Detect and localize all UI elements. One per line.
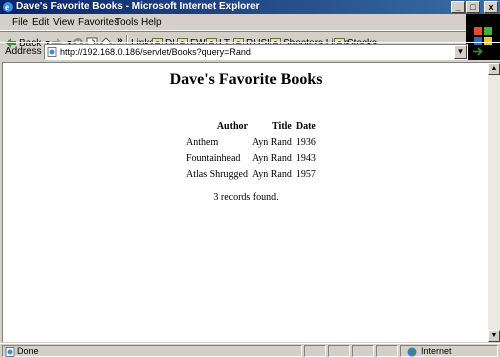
table-header-row: Author Title Date (185, 118, 317, 134)
security-zone-label: Internet (421, 346, 452, 356)
scroll-up-icon[interactable]: ▲ (488, 63, 500, 75)
svg-text:e: e (5, 2, 9, 12)
column-header-date: Date (295, 120, 316, 132)
page-title: Dave's Favorite Books (169, 71, 323, 88)
go-button[interactable]: Go (472, 46, 498, 57)
status-panel (304, 345, 326, 357)
table-row: Fountainhead Ayn Rand 1943 (185, 150, 317, 166)
address-url: http://192.168.0.186/servlet/Books?query… (60, 47, 251, 57)
status-text: Done (17, 346, 39, 356)
table-row: Atlas Shrugged Ayn Rand 1957 (185, 166, 317, 182)
title-bar: e Dave's Favorite Books - Microsoft Inte… (0, 0, 500, 14)
menu-edit[interactable]: Edit (32, 16, 49, 29)
column-header-title: Title (272, 120, 292, 132)
table-cell: 1957 (295, 168, 316, 180)
status-text-cell: Done (2, 345, 302, 357)
status-panel (328, 345, 350, 357)
menu-file[interactable]: File (12, 16, 28, 29)
globe-icon (407, 347, 417, 357)
table-cell: Ayn Rand (251, 168, 292, 180)
table-cell: 1936 (295, 136, 316, 148)
table-cell: Ayn Rand (251, 136, 292, 148)
records-found-text: 3 records found. (213, 192, 279, 203)
address-bar: Address http://192.168.0.186/servlet/Boo… (0, 42, 500, 61)
maximize-button[interactable]: □ (466, 1, 480, 13)
vertical-scrollbar[interactable]: ▲ ▼ (488, 63, 500, 342)
minimize-button[interactable]: _ (451, 1, 465, 13)
go-arrow-icon (473, 47, 483, 56)
table-cell: Anthem (186, 136, 219, 148)
status-bar: Done Internet (0, 343, 500, 357)
scroll-down-icon[interactable]: ▼ (488, 330, 500, 342)
window-title: Dave's Favorite Books - Microsoft Intern… (16, 1, 260, 12)
status-panel (352, 345, 374, 357)
address-input[interactable]: http://192.168.0.186/servlet/Books?query… (44, 44, 468, 60)
page-viewport: Dave's Favorite Books Author Title Date … (2, 62, 500, 342)
address-label: Address (5, 46, 42, 57)
address-dropdown-icon[interactable]: ▼ (454, 45, 467, 59)
menu-help[interactable]: Help (141, 16, 162, 29)
table-cell: Fountainhead (186, 152, 241, 164)
go-label: Go (485, 46, 499, 57)
menu-bar: File Edit View Favorites Tools Help (0, 14, 500, 31)
table-cell: Ayn Rand (251, 152, 292, 164)
table-cell: Atlas Shrugged (186, 168, 248, 180)
close-button[interactable]: x (484, 1, 498, 13)
table-row: Anthem Ayn Rand 1936 (185, 134, 317, 150)
menu-view[interactable]: View (53, 16, 75, 29)
page-icon (47, 47, 57, 57)
page-done-icon (5, 347, 15, 357)
internet-explorer-icon: e (3, 2, 13, 12)
menu-favorites[interactable]: Favorites (78, 16, 119, 29)
security-zone-cell: Internet (400, 345, 498, 357)
menu-tools[interactable]: Tools (115, 16, 138, 29)
column-header-author: Author (216, 120, 248, 132)
books-table: Author Title Date Anthem Ayn Rand 1936 F… (183, 118, 319, 182)
status-panel (376, 345, 398, 357)
table-cell: 1943 (295, 152, 316, 164)
